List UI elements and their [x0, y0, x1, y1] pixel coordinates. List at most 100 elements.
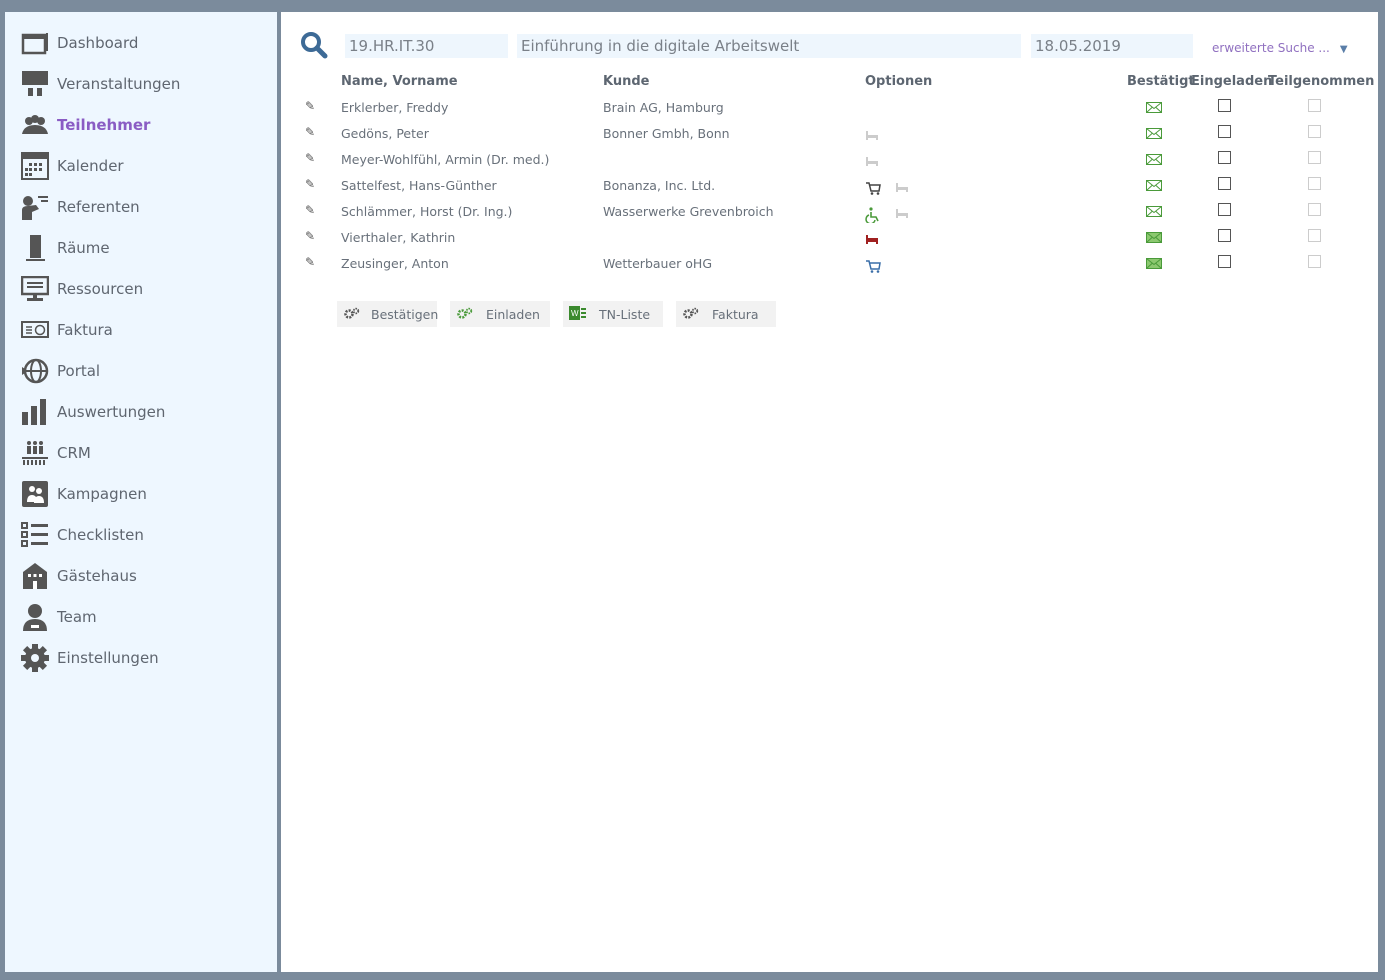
- invited-checkbox[interactable]: [1218, 203, 1231, 216]
- mail-confirmed-icon[interactable]: [1146, 206, 1162, 221]
- sidebar-item-crm[interactable]: CRM: [20, 438, 91, 468]
- svg-text:W: W: [571, 309, 579, 318]
- invited-checkbox[interactable]: [1218, 99, 1231, 112]
- participant-name[interactable]: Gedöns, Peter: [341, 126, 429, 141]
- sidebar-item-label: CRM: [57, 444, 91, 462]
- mail-confirmed-icon[interactable]: [1146, 154, 1162, 169]
- event-title-field[interactable]: Einführung in die digitale Arbeitswelt: [517, 34, 1021, 58]
- checklist-icon: [20, 521, 50, 549]
- sidebar-item-raeume[interactable]: Räume: [20, 233, 110, 263]
- col-teilgenommen: Teilgenommen: [1268, 74, 1375, 89]
- attended-checkbox[interactable]: [1308, 177, 1321, 190]
- customer-name: Wasserwerke Grevenbroich: [603, 204, 774, 219]
- sidebar-item-label: Referenten: [57, 198, 140, 216]
- bed-icon: [895, 207, 909, 222]
- customer-name: Brain AG, Hamburg: [603, 100, 724, 115]
- button-label: Bestätigen: [371, 306, 439, 322]
- sidebar-item-einstellungen[interactable]: Einstellungen: [20, 643, 159, 673]
- table-row: ✎ Schlämmer, Horst (Dr. Ing.) Wasserwerk…: [281, 203, 1378, 230]
- sidebar-item-portal[interactable]: Portal: [20, 356, 100, 386]
- sidebar-item-kampagnen[interactable]: Kampagnen: [20, 479, 147, 509]
- sidebar-item-dashboard[interactable]: Dashboard: [20, 28, 138, 58]
- participant-name[interactable]: Zeusinger, Anton: [341, 256, 449, 271]
- edit-pencil-icon[interactable]: ✎: [305, 151, 315, 165]
- crm-icon: [20, 439, 50, 467]
- search-icon[interactable]: [299, 30, 329, 60]
- participant-name[interactable]: Schlämmer, Horst (Dr. Ing.): [341, 204, 512, 219]
- sidebar-item-gaestehaus[interactable]: Gästehaus: [20, 561, 137, 591]
- attended-checkbox[interactable]: [1308, 203, 1321, 216]
- gears-green-icon: [456, 307, 476, 322]
- globe-icon: [20, 357, 50, 385]
- sidebar-item-label: Einstellungen: [57, 649, 159, 667]
- faktura-button[interactable]: Faktura: [676, 301, 776, 327]
- sidebar-item-label: Ressourcen: [57, 280, 144, 298]
- mail-confirmed-icon[interactable]: [1146, 232, 1162, 247]
- sidebar-item-ressourcen[interactable]: Ressourcen: [20, 274, 143, 304]
- attended-checkbox[interactable]: [1308, 229, 1321, 242]
- gears-icon: [343, 307, 361, 322]
- users-icon: [20, 111, 50, 139]
- sidebar-item-label: Team: [57, 608, 97, 626]
- gears-icon: [682, 307, 702, 322]
- invited-checkbox[interactable]: [1218, 229, 1231, 242]
- customer-name: Bonner Gmbh, Bonn: [603, 126, 730, 141]
- einladen-button[interactable]: Einladen: [450, 301, 550, 327]
- table-row: ✎ Gedöns, Peter Bonner Gmbh, Bonn: [281, 125, 1378, 152]
- attended-checkbox[interactable]: [1308, 151, 1321, 164]
- edit-pencil-icon[interactable]: ✎: [305, 203, 315, 217]
- advanced-search-link[interactable]: erweiterte Suche ... ▼: [1212, 41, 1348, 55]
- sidebar-item-label: Dashboard: [57, 34, 139, 52]
- edit-pencil-icon[interactable]: ✎: [305, 255, 315, 269]
- col-optionen: Optionen: [865, 74, 933, 89]
- customer-name: Wetterbauer oHG: [603, 256, 713, 271]
- participant-name[interactable]: Meyer-Wohlfühl, Armin (Dr. med.): [341, 152, 549, 167]
- dashboard-icon: [20, 29, 50, 57]
- mail-confirmed-icon[interactable]: [1146, 128, 1162, 143]
- attended-checkbox[interactable]: [1308, 255, 1321, 268]
- campaign-icon: [20, 480, 50, 508]
- mail-confirmed-icon[interactable]: [1146, 180, 1162, 195]
- invited-checkbox[interactable]: [1218, 177, 1231, 190]
- attended-checkbox[interactable]: [1308, 125, 1321, 138]
- sidebar-item-auswertungen[interactable]: Auswertungen: [20, 397, 165, 427]
- invoice-icon: [20, 316, 50, 344]
- event-date-field[interactable]: 18.05.2019: [1031, 34, 1193, 58]
- cart-icon: [865, 259, 881, 276]
- tn-liste-button[interactable]: W TN-Liste: [563, 301, 663, 327]
- bar-chart-icon: [20, 398, 50, 426]
- bestaetigen-button[interactable]: Bestätigen: [337, 301, 439, 327]
- participant-name[interactable]: Vierthaler, Kathrin: [341, 230, 455, 245]
- participant-name[interactable]: Erklerber, Freddy: [341, 100, 448, 115]
- edit-pencil-icon[interactable]: ✎: [305, 99, 315, 113]
- edit-pencil-icon[interactable]: ✎: [305, 229, 315, 243]
- bed-icon: [895, 181, 909, 196]
- door-icon: [20, 234, 50, 262]
- edit-pencil-icon[interactable]: ✎: [305, 125, 315, 139]
- invited-checkbox[interactable]: [1218, 255, 1231, 268]
- sidebar-item-checklisten[interactable]: Checklisten: [20, 520, 144, 550]
- person-icon: [20, 603, 50, 631]
- table-row: ✎ Erklerber, Freddy Brain AG, Hamburg: [281, 99, 1378, 126]
- mail-confirmed-icon[interactable]: [1146, 102, 1162, 117]
- event-code-field[interactable]: 19.HR.IT.30: [345, 34, 508, 58]
- invited-checkbox[interactable]: [1218, 151, 1231, 164]
- sidebar-item-label: Räume: [57, 239, 110, 257]
- mail-confirmed-icon[interactable]: [1146, 258, 1162, 273]
- customer-name: Bonanza, Inc. Ltd.: [603, 178, 716, 193]
- sidebar-item-label: Veranstaltungen: [57, 75, 181, 93]
- attended-checkbox[interactable]: [1308, 99, 1321, 112]
- sidebar-item-team[interactable]: Team: [20, 602, 97, 632]
- sidebar-item-faktura[interactable]: Faktura: [20, 315, 113, 345]
- invited-checkbox[interactable]: [1218, 125, 1231, 138]
- sidebar-item-veranstaltungen[interactable]: Veranstaltungen: [20, 69, 180, 99]
- sidebar-item-label: Portal: [57, 362, 101, 380]
- col-kunde: Kunde: [603, 74, 650, 89]
- sidebar-item-kalender[interactable]: Kalender: [20, 151, 124, 181]
- sidebar-item-teilnehmer[interactable]: Teilnehmer: [20, 110, 150, 140]
- bed-icon: [865, 155, 879, 170]
- edit-pencil-icon[interactable]: ✎: [305, 177, 315, 191]
- gear-icon: [20, 644, 50, 672]
- participant-name[interactable]: Sattelfest, Hans-Günther: [341, 178, 497, 193]
- sidebar-item-referenten[interactable]: Referenten: [20, 192, 140, 222]
